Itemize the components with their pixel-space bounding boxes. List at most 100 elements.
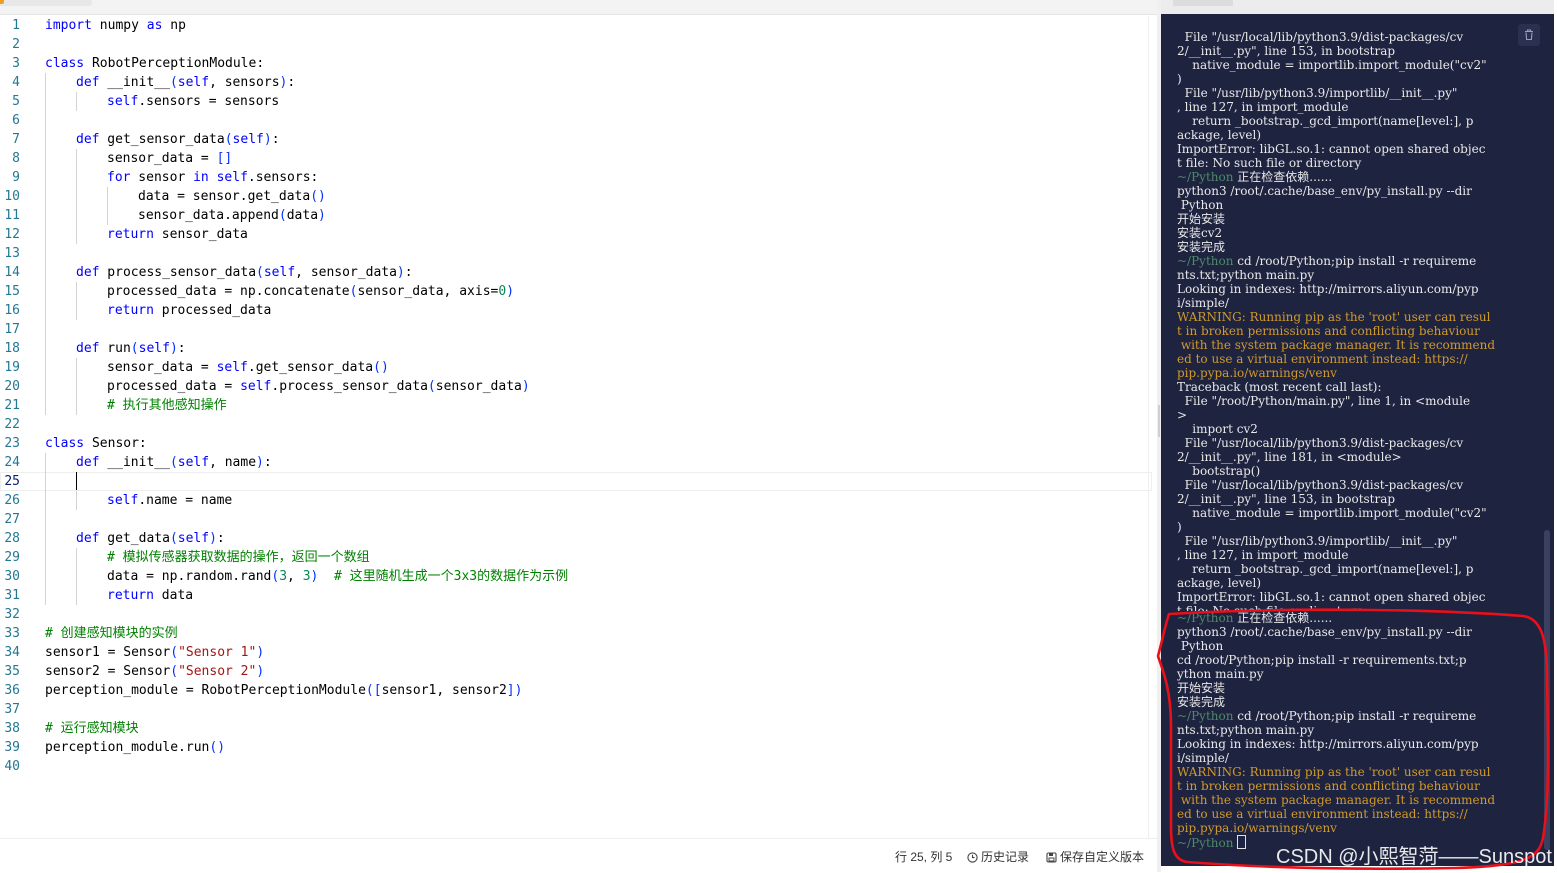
code-text[interactable]: class Sensor: bbox=[45, 434, 147, 453]
code-line[interactable]: 20 processed_data = self.process_sensor_d… bbox=[0, 377, 1152, 396]
code-text[interactable]: return data bbox=[107, 586, 193, 605]
code-text[interactable]: data = np.random.rand(3, 3) # 这里随机生成一个3x… bbox=[107, 567, 568, 586]
indent-guide bbox=[45, 529, 46, 548]
code-line[interactable]: 2 bbox=[0, 35, 1152, 54]
code-text[interactable]: def get_sensor_data(self): bbox=[76, 130, 280, 149]
code-text[interactable]: perception_module = RobotPerceptionModul… bbox=[45, 681, 522, 700]
editor-tab-main-py[interactable] bbox=[0, 0, 92, 6]
code-line[interactable]: 7 def get_sensor_data(self): bbox=[0, 130, 1152, 149]
code-line[interactable]: 18 def run(self): bbox=[0, 339, 1152, 358]
indent-guide bbox=[45, 510, 46, 529]
terminal-line: File "/root/Python/main.py", line 1, in … bbox=[1177, 394, 1471, 408]
indent-guide bbox=[45, 92, 46, 111]
code-line[interactable]: 25 bbox=[0, 472, 1152, 491]
code-text[interactable]: # 运行感知模块 bbox=[45, 719, 139, 738]
code-text[interactable]: return processed_data bbox=[107, 301, 271, 320]
terminal-line: Looking in indexes: http://mirrors.aliyu… bbox=[1177, 282, 1479, 296]
code-line[interactable]: 33 # 创建感知模块的实例 bbox=[0, 624, 1152, 643]
code-line[interactable]: 39 perception_module.run() bbox=[0, 738, 1152, 757]
code-text[interactable]: for sensor in self.sensors: bbox=[107, 168, 318, 187]
clock-icon bbox=[967, 852, 978, 863]
code-line[interactable]: 35 sensor2 = Sensor("Sensor 2") bbox=[0, 662, 1152, 681]
save-version-button[interactable]: 保存自定义版本 bbox=[1046, 848, 1144, 865]
code-text[interactable]: def __init__(self, sensors): bbox=[76, 73, 295, 92]
code-line[interactable]: 32 bbox=[0, 605, 1152, 624]
code-line[interactable]: 26 self.name = name bbox=[0, 491, 1152, 510]
code-text[interactable]: sensor1 = Sensor("Sensor 1") bbox=[45, 643, 264, 662]
status-bar: 行 25, 列 5 历史记录 保存自定义版本 bbox=[0, 838, 1157, 873]
code-text[interactable]: self.sensors = sensors bbox=[107, 92, 279, 111]
code-line[interactable]: 27 bbox=[0, 510, 1152, 529]
indent-guide bbox=[45, 358, 46, 377]
code-text[interactable]: sensor2 = Sensor("Sensor 2") bbox=[45, 662, 264, 681]
code-line[interactable]: 14 def process_sensor_data(self, sensor_d… bbox=[0, 263, 1152, 282]
code-line[interactable]: 30 data = np.random.rand(3, 3) # 这里随机生成一个… bbox=[0, 567, 1152, 586]
code-text[interactable]: def run(self): bbox=[76, 339, 186, 358]
code-text[interactable]: def get_data(self): bbox=[76, 529, 225, 548]
code-line[interactable]: 21 # 执行其他感知操作 bbox=[0, 396, 1152, 415]
code-line[interactable]: 37 bbox=[0, 700, 1152, 719]
code-line[interactable]: 17 bbox=[0, 320, 1152, 339]
code-text[interactable]: sensor_data = self.get_sensor_data() bbox=[107, 358, 389, 377]
indent-guide bbox=[45, 149, 46, 168]
code-text[interactable]: processed_data = np.concatenate(sensor_d… bbox=[107, 282, 514, 301]
line-number: 13 bbox=[4, 246, 20, 261]
code-line[interactable]: 34 sensor1 = Sensor("Sensor 1") bbox=[0, 643, 1152, 662]
code-line[interactable]: 3 class RobotPerceptionModule: bbox=[0, 54, 1152, 73]
code-line[interactable]: 6 bbox=[0, 111, 1152, 130]
code-line[interactable]: 10 data = sensor.get_data() bbox=[0, 187, 1152, 206]
terminal-line: ~/Python 正在检查依赖...... bbox=[1177, 170, 1333, 184]
code-editor[interactable]: 1 import numpy as np 2 3 class RobotPercepti… bbox=[0, 0, 1157, 873]
terminal-line: Python bbox=[1177, 198, 1224, 212]
code-text[interactable]: data = sensor.get_data() bbox=[138, 187, 326, 206]
code-line[interactable]: 24 def __init__(self, name): bbox=[0, 453, 1152, 472]
code-line[interactable]: 1 import numpy as np bbox=[0, 16, 1152, 35]
code-line[interactable]: 4 def __init__(self, sensors): bbox=[0, 73, 1152, 92]
code-line[interactable]: 38 # 运行感知模块 bbox=[0, 719, 1152, 738]
code-text[interactable]: import numpy as np bbox=[45, 16, 186, 35]
terminal-tab[interactable] bbox=[1173, 0, 1233, 6]
code-line[interactable]: 22 bbox=[0, 415, 1152, 434]
code-line[interactable]: 36 perception_module = RobotPerceptionMod… bbox=[0, 681, 1152, 700]
code-text[interactable]: processed_data = self.process_sensor_dat… bbox=[107, 377, 530, 396]
code-line[interactable]: 16 return processed_data bbox=[0, 301, 1152, 320]
code-line[interactable]: 19 sensor_data = self.get_sensor_data() bbox=[0, 358, 1152, 377]
line-number: 25 bbox=[4, 474, 20, 489]
line-number: 18 bbox=[4, 341, 20, 356]
indent-guide bbox=[45, 168, 46, 187]
code-text[interactable]: self.name = name bbox=[107, 491, 232, 510]
code-area[interactable]: 1 import numpy as np 2 3 class RobotPercepti… bbox=[0, 16, 1152, 776]
code-line[interactable]: 28 def get_data(self): bbox=[0, 529, 1152, 548]
history-button[interactable]: 历史记录 bbox=[967, 848, 1029, 865]
line-number: 28 bbox=[4, 531, 20, 546]
code-text[interactable]: # 模拟传感器获取数据的操作，返回一个数组 bbox=[107, 548, 370, 567]
code-text[interactable]: sensor_data = [] bbox=[107, 149, 232, 168]
code-text[interactable]: def process_sensor_data(self, sensor_dat… bbox=[76, 263, 413, 282]
cursor-position[interactable]: 行 25, 列 5 bbox=[895, 848, 952, 865]
splitter-grip[interactable] bbox=[1158, 405, 1160, 437]
line-number: 39 bbox=[4, 740, 20, 755]
code-text[interactable]: return sensor_data bbox=[107, 225, 248, 244]
trash-icon bbox=[1525, 29, 1533, 41]
code-line[interactable]: 13 bbox=[0, 244, 1152, 263]
code-text[interactable]: perception_module.run() bbox=[45, 738, 225, 757]
code-line[interactable]: 40 bbox=[0, 757, 1152, 776]
code-line[interactable]: 12 return sensor_data bbox=[0, 225, 1152, 244]
code-text[interactable]: sensor_data.append(data) bbox=[138, 206, 326, 225]
code-text[interactable]: # 创建感知模块的实例 bbox=[45, 624, 178, 643]
code-line[interactable]: 31 return data bbox=[0, 586, 1152, 605]
code-line[interactable]: 5 self.sensors = sensors bbox=[0, 92, 1152, 111]
code-line[interactable]: 9 for sensor in self.sensors: bbox=[0, 168, 1152, 187]
clear-terminal-button[interactable] bbox=[1518, 24, 1540, 46]
terminal-line: return _bootstrap._gcd_import(name[level… bbox=[1177, 114, 1474, 128]
code-line[interactable]: 11 sensor_data.append(data) bbox=[0, 206, 1152, 225]
code-text[interactable]: # 执行其他感知操作 bbox=[107, 396, 227, 415]
indent-guide bbox=[45, 301, 46, 320]
code-text[interactable]: def __init__(self, name): bbox=[76, 453, 272, 472]
indent-guide bbox=[76, 548, 77, 567]
code-line[interactable]: 15 processed_data = np.concatenate(sensor… bbox=[0, 282, 1152, 301]
code-line[interactable]: 8 sensor_data = [] bbox=[0, 149, 1152, 168]
code-line[interactable]: 23 class Sensor: bbox=[0, 434, 1152, 453]
code-text[interactable]: class RobotPerceptionModule: bbox=[45, 54, 264, 73]
code-line[interactable]: 29 # 模拟传感器获取数据的操作，返回一个数组 bbox=[0, 548, 1152, 567]
